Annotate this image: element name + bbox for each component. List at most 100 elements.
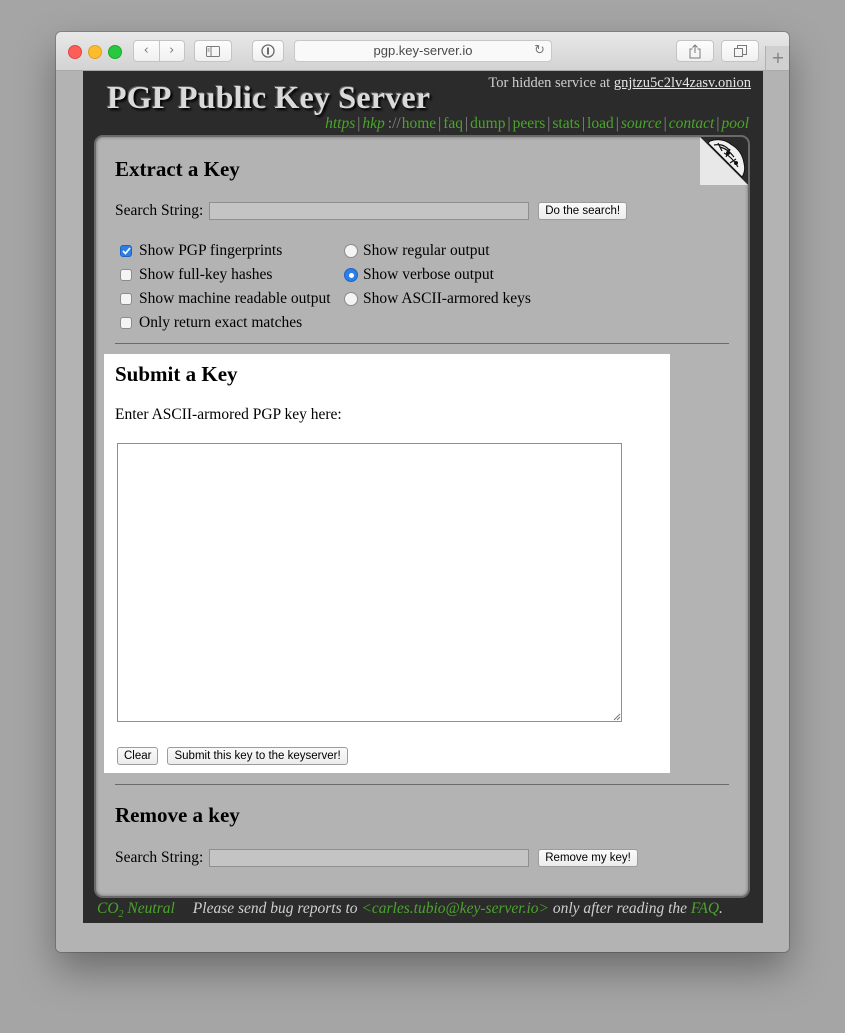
nav-dump[interactable]: dump (470, 115, 505, 132)
nav-home[interactable]: home (402, 115, 436, 132)
clear-button[interactable]: Clear (117, 747, 159, 765)
contact-email-link[interactable]: <carles.tubio@key-server.io> (361, 900, 549, 917)
nav-stats[interactable]: stats (552, 115, 580, 132)
nav-separator: | (507, 115, 511, 132)
remove-search-input[interactable] (209, 849, 530, 867)
submit-instructions: Enter ASCII-armored PGP key here: (115, 406, 342, 423)
extract-section: Extract a Key Search String: Do the sear… (96, 137, 748, 347)
sidebar-icon (206, 45, 220, 57)
tor-prefix: Tor hidden service at (488, 75, 614, 91)
tor-onion-link[interactable]: gnjtzu5c2lv4zasv.onion (614, 75, 751, 91)
submit-buttons: Clear Submit this key to the keyserver! (117, 747, 348, 765)
nav-load[interactable]: load (587, 115, 614, 132)
option-fingerprints[interactable]: Show PGP fingerprints (120, 241, 282, 261)
bug-report-text: Please send bug reports to (192, 900, 362, 917)
option-hashes[interactable]: Show full-key hashes (120, 265, 272, 285)
keyserver-page: PGP Public Key Server Tor hidden service… (83, 71, 763, 923)
verbose-output-radio[interactable] (344, 268, 358, 282)
extract-heading: Extract a Key (115, 157, 240, 181)
machine-readable-checkbox[interactable] (120, 293, 132, 305)
fingerprints-checkbox[interactable] (120, 245, 132, 257)
site-title: PGP Public Key Server (107, 79, 431, 115)
hashes-checkbox[interactable] (120, 269, 132, 281)
reload-icon[interactable]: ↻ (534, 41, 545, 61)
main-content-box: Extract a Key Search String: Do the sear… (94, 135, 750, 898)
option-machine-readable[interactable]: Show machine readable output (120, 289, 331, 309)
submit-heading: Submit a Key (115, 362, 238, 386)
footer-faq-link[interactable]: FAQ (691, 900, 719, 917)
option-ascii-armored[interactable]: Show ASCII-armored keys (344, 289, 531, 309)
extract-search-row: Search String: Do the search! (115, 202, 628, 220)
nav-separator: | (465, 115, 469, 132)
address-bar[interactable]: pgp.key-server.io ↻ (294, 40, 552, 62)
back-icon[interactable]: ‹ (134, 41, 159, 61)
nav-separator: | (615, 115, 619, 132)
tabs-icon (733, 45, 747, 57)
nav-faq[interactable]: faq (443, 115, 463, 132)
checkmark-icon (121, 247, 131, 255)
resize-grip-icon[interactable] (613, 713, 621, 721)
history-nav-group: ‹ › (133, 40, 185, 62)
nav-scheme-separator: :// (387, 115, 401, 132)
close-window-button[interactable] (68, 45, 82, 59)
browser-window: ‹ › pgp.key-server.io ↻ + PGP Public Key… (56, 32, 789, 952)
extract-search-input[interactable] (209, 202, 530, 220)
sidebar-toggle-button[interactable] (194, 40, 232, 62)
nav-separator: | (547, 115, 551, 132)
nav-contact[interactable]: contact (669, 115, 715, 132)
share-icon (689, 43, 701, 58)
remove-key-button[interactable]: Remove my key! (538, 849, 638, 867)
minimize-window-button[interactable] (88, 45, 102, 59)
share-button[interactable] (676, 40, 714, 62)
top-navigation: https | hkp://home | faq | dump | peers | stats | lo… (325, 115, 749, 133)
nav-separator: | (357, 115, 361, 132)
nav-https[interactable]: https (325, 115, 355, 132)
co2-text: CO (97, 900, 119, 917)
nav-separator: | (716, 115, 720, 132)
nav-separator: | (663, 115, 667, 132)
remove-search-label: Search String: (115, 849, 204, 866)
hashes-label: Show full-key hashes (139, 266, 273, 283)
forward-icon[interactable]: › (158, 41, 185, 61)
page-viewport: PGP Public Key Server Tor hidden service… (56, 71, 789, 952)
regular-output-label: Show regular output (363, 242, 490, 259)
submit-section: Submit a Key Enter ASCII-armored PGP key… (104, 354, 670, 773)
new-tab-icon[interactable]: + (765, 46, 789, 70)
exact-matches-checkbox[interactable] (120, 317, 132, 329)
after-reading-text: only after reading the (548, 900, 691, 917)
key-textarea[interactable] (117, 443, 622, 722)
fingerprints-label: Show PGP fingerprints (139, 242, 283, 259)
nav-pool[interactable]: pool (721, 115, 749, 132)
reader-button[interactable] (252, 40, 284, 62)
nav-separator: | (581, 115, 586, 132)
nav-hkp[interactable]: hkp (362, 115, 384, 132)
nav-peers[interactable]: peers (513, 115, 546, 132)
nav-source[interactable]: source (621, 115, 662, 132)
browser-toolbar: ‹ › pgp.key-server.io ↻ + (56, 32, 789, 71)
do-search-button[interactable]: Do the search! (538, 202, 628, 220)
page-footer: CO2 Neutral Please send bug reports to <c… (97, 900, 757, 920)
section-divider (115, 343, 729, 344)
verbose-output-label: Show verbose output (363, 266, 494, 283)
option-exact-matches[interactable]: Only return exact matches (120, 313, 302, 333)
machine-readable-label: Show machine readable output (139, 290, 331, 307)
submit-key-button[interactable]: Submit this key to the keyserver! (167, 747, 348, 765)
tor-notice: Tor hidden service at gnjtzu5c2lv4zasv.o… (488, 75, 751, 92)
ascii-armored-radio[interactable] (344, 292, 358, 306)
reader-icon (261, 44, 275, 58)
nav-separator: | (438, 115, 442, 132)
regular-output-radio[interactable] (344, 244, 358, 258)
tabs-overview-button[interactable] (721, 40, 759, 62)
address-text: pgp.key-server.io (373, 43, 473, 58)
remove-heading: Remove a key (115, 803, 240, 827)
section-divider (115, 784, 729, 785)
footer-period: . (719, 900, 723, 917)
co2-neutral-link[interactable]: CO2 Neutral (97, 900, 175, 920)
ascii-armored-label: Show ASCII-armored keys (363, 290, 531, 307)
extract-search-label: Search String: (115, 202, 204, 219)
remove-search-row: Search String: Remove my key! (115, 849, 638, 867)
neutral-text: Neutral (123, 900, 175, 917)
maximize-window-button[interactable] (108, 45, 122, 59)
option-regular-output[interactable]: Show regular output (344, 241, 490, 261)
option-verbose-output[interactable]: Show verbose output (344, 265, 494, 285)
